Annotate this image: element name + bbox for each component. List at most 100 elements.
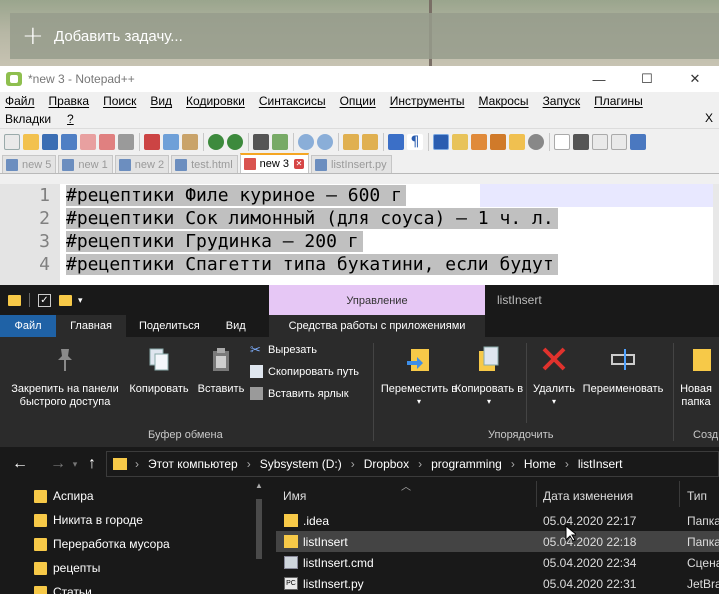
find-icon[interactable] <box>253 133 269 150</box>
paste-icon[interactable] <box>182 133 198 150</box>
pin-quick-access-button[interactable]: Закрепить на панели быстрого доступа <box>4 347 126 409</box>
menu-tabs[interactable]: Вкладки <box>5 112 51 126</box>
show-all-chars-icon[interactable]: ¶ <box>407 133 423 150</box>
file-row[interactable]: PC listInsert.py 05.04.2020 22:31 JetBra <box>276 573 719 594</box>
editor-scrollbar[interactable] <box>713 184 719 285</box>
nav-item-recycling[interactable]: Переработка мусора <box>34 533 170 555</box>
rename-button[interactable]: Переименовать <box>578 345 668 396</box>
customize-dropdown-icon[interactable]: ▾ <box>78 295 83 306</box>
dropdown-caret-icon[interactable]: ▾ <box>454 395 524 408</box>
copy-to-button[interactable]: Копировать в ▾ <box>454 345 524 408</box>
minimize-button[interactable]: — <box>575 66 623 92</box>
column-date-modified[interactable]: Дата изменения <box>543 489 633 503</box>
chevron-right-icon[interactable]: › <box>418 457 422 471</box>
menu-file[interactable]: Файл <box>5 94 35 108</box>
column-type[interactable]: Тип <box>687 489 707 503</box>
tab-application-tools[interactable]: Средства работы с приложениями <box>269 315 485 337</box>
tab-new-5[interactable]: new 5 <box>2 155 57 173</box>
nav-item-articles[interactable]: Статьи <box>34 581 92 594</box>
record-macro-icon[interactable] <box>554 133 570 150</box>
close-all-icon[interactable] <box>99 133 115 150</box>
dropdown-caret-icon[interactable]: ▾ <box>528 395 580 408</box>
close-document-button[interactable]: X <box>705 111 713 125</box>
tab-file[interactable]: Файл <box>0 315 56 337</box>
breadcrumb-drive[interactable]: Sybsystem (D:) <box>260 457 342 471</box>
breadcrumb-programming[interactable]: programming <box>431 457 502 471</box>
print-icon[interactable] <box>118 133 134 150</box>
play-macro-icon[interactable] <box>592 133 608 150</box>
tab-view[interactable]: Вид <box>213 315 259 337</box>
redo-icon[interactable] <box>227 133 243 150</box>
cut-icon[interactable] <box>144 133 160 150</box>
menu-run[interactable]: Запуск <box>543 94 581 108</box>
file-row[interactable]: .idea 05.04.2020 22:17 Папка <box>276 510 719 531</box>
chevron-right-icon[interactable]: › <box>135 457 139 471</box>
sync-vertical-icon[interactable] <box>343 133 359 150</box>
properties-check-icon[interactable]: ✓ <box>38 293 51 307</box>
udl-icon[interactable] <box>452 133 468 150</box>
folder-workspace-icon[interactable] <box>509 133 525 150</box>
column-separator[interactable] <box>679 481 680 507</box>
tab-new-2[interactable]: new 2 <box>114 155 170 173</box>
breadcrumb-this-pc[interactable]: Этот компьютер <box>148 457 238 471</box>
back-arrow-icon[interactable]: ← <box>8 455 32 473</box>
new-file-icon[interactable] <box>4 133 20 150</box>
tab-listinsert-py[interactable]: listInsert.py <box>311 155 392 173</box>
file-row[interactable]: listInsert.cmd 05.04.2020 22:34 Сцена <box>276 552 719 573</box>
new-folder-button[interactable]: Новая папка <box>678 345 719 409</box>
chevron-right-icon[interactable]: › <box>511 457 515 471</box>
dropdown-caret-icon[interactable]: ▾ <box>380 395 458 408</box>
monitoring-icon[interactable] <box>528 133 544 150</box>
new-folder-icon[interactable] <box>59 294 72 306</box>
save-all-icon[interactable] <box>61 133 77 150</box>
menu-plugins[interactable]: Плагины <box>594 94 643 108</box>
tab-test-html[interactable]: test.html <box>171 155 238 173</box>
save-icon[interactable] <box>42 133 58 150</box>
menu-search[interactable]: Поиск <box>103 94 136 108</box>
function-list-icon[interactable] <box>490 133 506 150</box>
column-separator[interactable] <box>536 481 537 507</box>
word-wrap-icon[interactable] <box>388 133 404 150</box>
breadcrumb-dropbox[interactable]: Dropbox <box>364 457 409 471</box>
nav-item-aspira[interactable]: Аспира <box>34 485 94 507</box>
open-file-icon[interactable] <box>23 133 39 150</box>
chevron-right-icon[interactable]: › <box>247 457 251 471</box>
close-tab-icon[interactable]: ✕ <box>294 159 305 169</box>
copy-button[interactable]: Копировать <box>126 347 192 396</box>
menu-help[interactable]: ? <box>67 112 74 126</box>
file-row[interactable]: listInsert 05.04.2020 22:18 Папка <box>276 531 719 552</box>
manage-contextual-tab[interactable]: Управление <box>269 285 485 315</box>
move-to-button[interactable]: Переместить в ▾ <box>380 345 458 408</box>
sync-horizontal-icon[interactable] <box>362 133 378 150</box>
menu-encoding[interactable]: Кодировки <box>186 94 245 108</box>
paste-shortcut-button[interactable]: Вставить ярлык <box>250 387 349 400</box>
scroll-up-icon[interactable]: ▲ <box>255 481 263 490</box>
menu-view[interactable]: Вид <box>150 94 172 108</box>
nav-scrollbar[interactable]: ▲ <box>254 481 264 594</box>
chevron-right-icon[interactable]: › <box>351 457 355 471</box>
stop-macro-icon[interactable] <box>573 133 589 150</box>
maximize-button[interactable]: ☐ <box>623 66 671 92</box>
doc-map-icon[interactable] <box>471 133 487 150</box>
cut-small-button[interactable]: ✂ Вырезать <box>250 343 317 356</box>
tab-new-3[interactable]: new 3 ✕ <box>239 153 310 173</box>
up-arrow-icon[interactable]: ↑ <box>80 455 104 473</box>
menu-edit[interactable]: Правка <box>49 94 90 108</box>
editor-area[interactable]: 1 #рецептики Филе куриное — 600 г 2 #рец… <box>0 184 719 285</box>
chevron-right-icon[interactable]: › <box>565 457 569 471</box>
replace-icon[interactable] <box>272 133 288 150</box>
save-macro-icon[interactable] <box>630 133 646 150</box>
close-button[interactable]: ✕ <box>671 66 719 92</box>
copy-path-button[interactable]: Скопировать путь <box>250 365 359 378</box>
menu-tools[interactable]: Инструменты <box>390 94 465 108</box>
menu-macro[interactable]: Макросы <box>479 94 529 108</box>
recent-dropdown-icon[interactable]: ▾ <box>70 459 80 470</box>
scrollbar-thumb[interactable] <box>256 499 262 559</box>
copy-icon[interactable] <box>163 133 179 150</box>
zoom-out-icon[interactable] <box>317 133 333 150</box>
nav-item-recipes[interactable]: рецепты <box>34 557 100 579</box>
nav-item-nikita[interactable]: Никита в городе <box>34 509 143 531</box>
menu-language[interactable]: Синтаксисы <box>259 94 326 108</box>
run-macro-multiple-icon[interactable] <box>611 133 627 150</box>
close-file-icon[interactable] <box>80 133 96 150</box>
